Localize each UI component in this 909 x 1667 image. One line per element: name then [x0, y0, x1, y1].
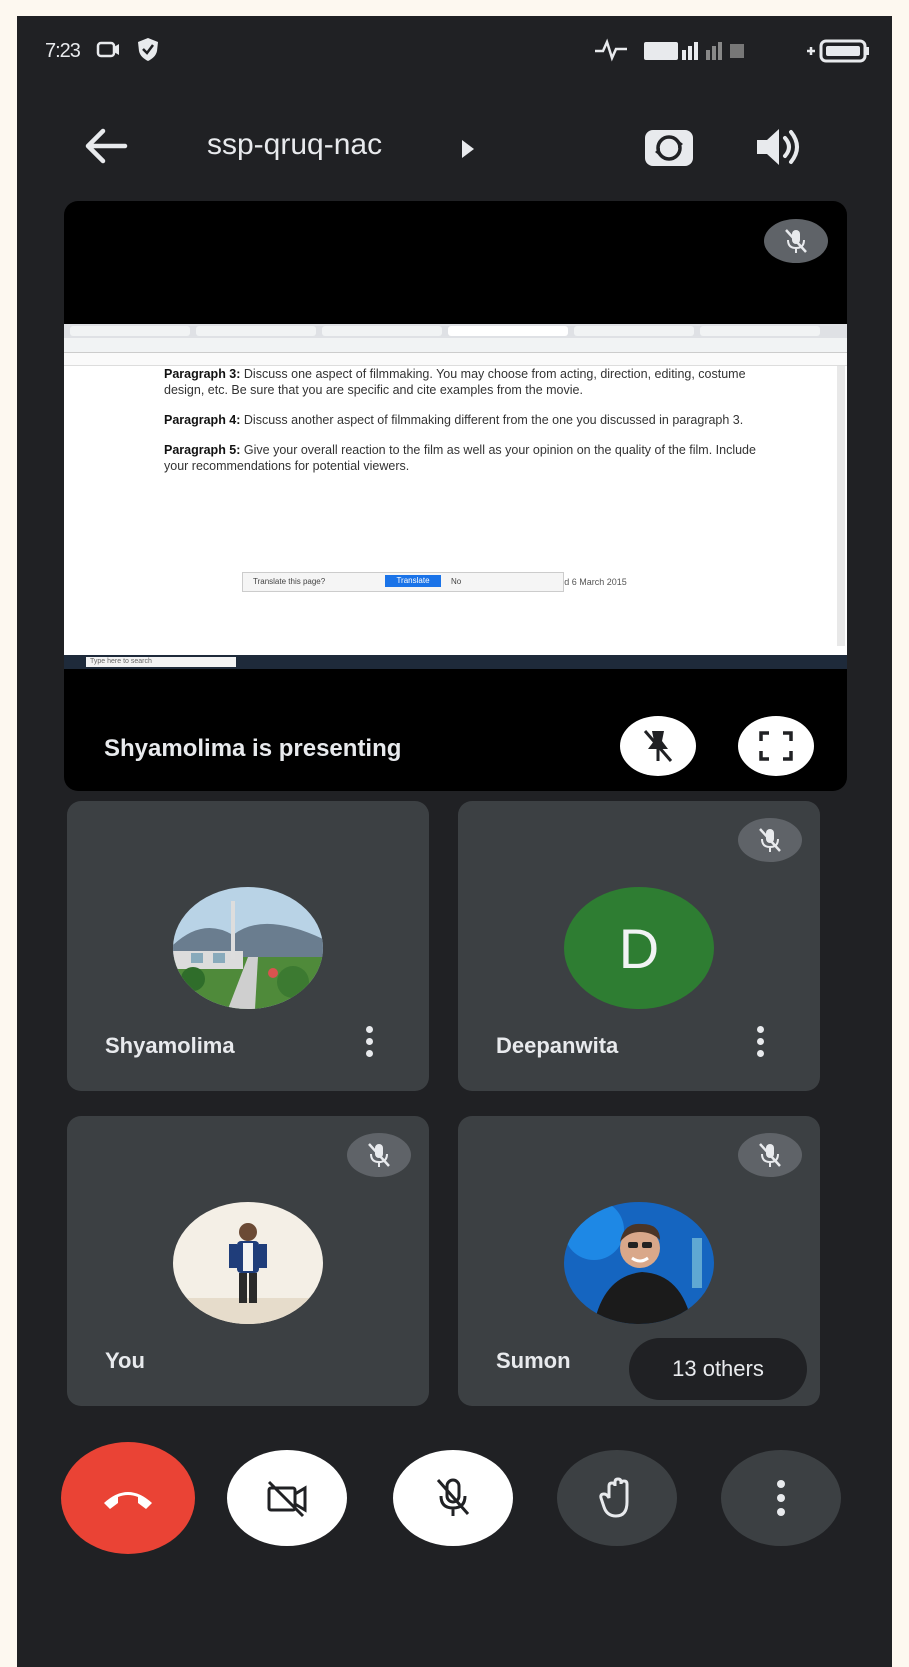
back-arrow-icon[interactable]	[83, 126, 129, 166]
meeting-top-bar: ssp-qruq-nac	[17, 96, 892, 196]
doc-paragraph-5: Paragraph 5: Give your overall reaction …	[164, 443, 756, 473]
more-vert-icon	[777, 1480, 785, 1516]
pin-off-icon	[643, 730, 673, 762]
more-options-button[interactable]	[721, 1450, 841, 1546]
pin-off-button[interactable]	[620, 716, 696, 776]
doc-paragraph-3: Paragraph 3: Discuss one aspect of filmm…	[164, 367, 746, 397]
presenting-label: Shyamolima is presenting	[104, 735, 402, 762]
shield-notification-icon	[138, 38, 158, 61]
presentation-tile[interactable]: Paragraph 3: Discuss one aspect of filmm…	[64, 201, 847, 791]
mic-toggle-button[interactable]	[393, 1450, 513, 1546]
avatar	[564, 1202, 714, 1324]
muted-badge	[738, 818, 802, 862]
play-triangle-icon[interactable]	[460, 138, 476, 160]
browser-tab-strip	[64, 324, 847, 338]
landscape-photo	[173, 887, 323, 1009]
battery-icon	[807, 39, 869, 63]
translate-prompt-bar: Translate this page? Translate No	[242, 572, 564, 592]
mic-off-icon	[759, 1143, 781, 1167]
person-photo	[564, 1202, 714, 1324]
presentation-muted-badge	[764, 219, 828, 263]
windows-taskbar: Type here to search	[64, 655, 847, 669]
avatar	[173, 1202, 323, 1324]
mic-off-icon	[759, 828, 781, 852]
mic-off-icon	[436, 1478, 470, 1516]
meeting-code[interactable]: ssp-qruq-nac	[207, 128, 382, 162]
camera-toggle-button[interactable]	[227, 1450, 347, 1546]
participant-name: Shyamolima	[105, 1033, 235, 1058]
browser-address-bar	[64, 338, 847, 353]
participant-tile-deepanwita[interactable]: D Deepanwita	[458, 801, 820, 1091]
muted-badge	[347, 1133, 411, 1177]
shared-document: Paragraph 3: Discuss one aspect of filmm…	[164, 366, 774, 646]
translate-yes-button: Translate	[385, 575, 441, 587]
mic-off-icon	[368, 1143, 390, 1167]
participant-name: Deepanwita	[496, 1033, 619, 1058]
fullscreen-icon	[759, 731, 793, 761]
raise-hand-button[interactable]	[557, 1450, 677, 1546]
end-call-button[interactable]	[61, 1442, 195, 1554]
speaker-icon[interactable]	[753, 124, 805, 170]
participant-tile-you[interactable]: You	[67, 1116, 429, 1406]
taskbar-search: Type here to search	[86, 657, 236, 667]
doc-paragraph-4: Paragraph 4: Discuss another aspect of f…	[164, 413, 744, 427]
more-options-icon[interactable]	[365, 1026, 375, 1066]
shared-screen: Paragraph 3: Discuss one aspect of filmm…	[64, 324, 847, 669]
doc-scrollbar	[837, 366, 845, 646]
hang-up-icon	[104, 1492, 152, 1509]
activity-icon	[595, 38, 627, 62]
avatar-initial: D	[618, 916, 660, 980]
browser-toolbar	[64, 353, 847, 366]
hand-icon	[599, 1477, 629, 1518]
participant-tile-shyamolima[interactable]: Shyamolima	[67, 801, 429, 1091]
avatar: D	[564, 887, 714, 1009]
status-bar: 7:23	[17, 16, 892, 86]
participant-name: Sumon	[496, 1348, 571, 1373]
camera-notification-icon	[96, 41, 119, 58]
participant-name: You	[105, 1348, 145, 1373]
status-time: 7:23	[45, 40, 81, 62]
camera-off-icon	[267, 1480, 307, 1518]
network-signal-icon	[644, 42, 744, 60]
fullscreen-button[interactable]	[738, 716, 814, 776]
mic-off-icon	[785, 229, 807, 253]
avatar	[173, 887, 323, 1009]
switch-camera-icon[interactable]	[639, 120, 699, 174]
translate-no-button: No	[451, 577, 462, 586]
translate-prompt-text: Translate this page?	[253, 577, 326, 586]
meet-app: 7:23 ssp-qruq-nac Paragraph 3: Discuss o…	[17, 16, 892, 1667]
others-count-chip[interactable]: 13 others	[629, 1338, 807, 1400]
more-options-icon[interactable]	[756, 1026, 766, 1066]
person-photo	[173, 1202, 323, 1324]
muted-badge	[738, 1133, 802, 1177]
